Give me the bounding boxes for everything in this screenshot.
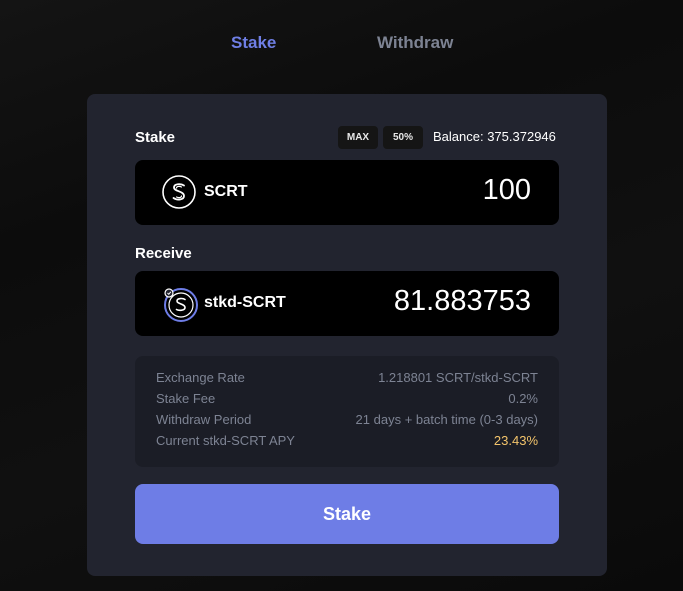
receive-token-name: stkd-SCRT: [204, 294, 286, 311]
info-value: 0.2%: [508, 391, 538, 406]
receive-amount-input: [281, 285, 531, 318]
info-key: Stake Fee: [156, 391, 216, 406]
receive-amount-box: stkd-SCRT: [135, 271, 559, 336]
stake-submit-button[interactable]: Stake: [135, 484, 559, 544]
half-button[interactable]: 50%: [383, 126, 423, 149]
stake-label: Stake: [135, 129, 176, 146]
tab-withdraw[interactable]: Withdraw: [377, 33, 453, 53]
apy-value: 23.43%: [493, 433, 538, 448]
info-panel: Exchange Rate 1.218801 SCRT/stkd-SCRT St…: [135, 356, 559, 467]
info-row: Exchange Rate 1.218801 SCRT/stkd-SCRT: [156, 370, 538, 388]
stake-token-name: SCRT: [204, 183, 248, 200]
tab-stake[interactable]: Stake: [231, 33, 276, 53]
tab-bar: Stake Withdraw: [0, 33, 683, 55]
stake-amount-input[interactable]: [281, 174, 531, 207]
info-row: Current stkd-SCRT APY 23.43%: [156, 433, 538, 451]
info-row: Stake Fee 0.2%: [156, 391, 538, 409]
stkd-scrt-icon: [161, 285, 198, 322]
info-key: Withdraw Period: [156, 412, 252, 427]
balance-text: Balance: 375.372946: [433, 129, 556, 144]
secret-s-icon: [161, 174, 197, 210]
info-key: Current stkd-SCRT APY: [156, 433, 295, 448]
info-row: Withdraw Period 21 days + batch time (0-…: [156, 412, 538, 430]
info-key: Exchange Rate: [156, 370, 245, 385]
info-value: 1.218801 SCRT/stkd-SCRT: [378, 370, 538, 385]
stake-amount-box: SCRT: [135, 160, 559, 225]
max-button[interactable]: MAX: [338, 126, 378, 149]
receive-label: Receive: [135, 245, 192, 262]
stake-card: Stake MAX 50% Balance: 375.372946 SCRT R…: [87, 94, 607, 576]
info-value: 21 days + batch time (0-3 days): [355, 412, 538, 427]
